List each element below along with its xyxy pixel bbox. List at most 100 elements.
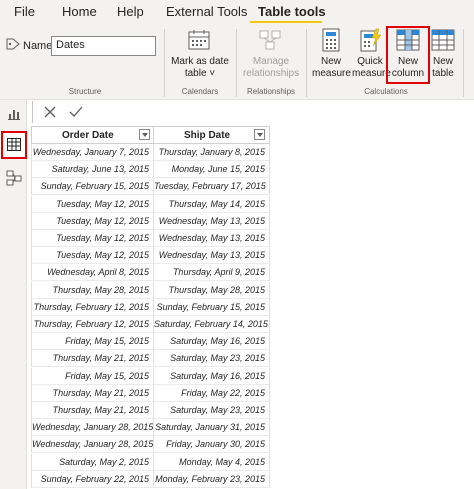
ship-date-cell[interactable]: Thursday, May 14, 2015 [154,195,270,213]
table-row[interactable]: Wednesday, January 7, 2015 Thursday, Janu… [31,144,270,161]
filter-dropdown-icon[interactable] [139,129,150,140]
new-measure-button[interactable]: New measure [312,56,351,80]
ribbon-separator [463,29,464,97]
group-label-structure: Structure [68,87,102,96]
ship-date-cell[interactable]: Wednesday, May 13, 2015 [154,230,270,247]
order-date-cell[interactable]: Wednesday, January 28, 2015 [31,419,154,437]
tab-help[interactable]: Help [117,4,144,19]
order-date-cell[interactable]: Thursday, May 21, 2015 [31,350,154,368]
order-date-cell[interactable]: Wednesday, January 28, 2015 [31,436,154,454]
column-header-label: Order Date [62,130,114,141]
data-view-button[interactable] [1,131,27,159]
table-row[interactable]: Friday, May 15, 2015 Saturday, May 16, 20… [31,367,270,385]
calendar-icon [188,30,210,50]
table-row[interactable]: Thursday, May 21, 2015 Saturday, May 23, … [31,350,270,368]
group-label-relationships: Relationships [246,87,296,96]
order-date-cell[interactable]: Tuesday, May 12, 2015 [31,212,154,230]
order-date-cell[interactable]: Tuesday, May 12, 2015 [31,230,154,247]
ship-date-cell[interactable]: Monday, June 15, 2015 [154,161,270,179]
ribbon: Name Dates Structure Mark as date table … [0,23,474,100]
table-row[interactable]: Saturday, June 13, 2015 Monday, June 15, … [31,161,270,179]
table-row[interactable]: Thursday, February 12, 2015 Sunday, Febru… [31,298,270,316]
new-table-button[interactable]: New table [428,56,458,80]
close-icon[interactable] [43,105,57,119]
ship-date-cell[interactable]: Saturday, May 16, 2015 [154,367,270,385]
tab-file[interactable]: File [14,4,35,19]
order-date-cell[interactable]: Tuesday, May 12, 2015 [31,247,154,265]
mark-as-date-table-label-1: Mark as date [171,56,229,67]
order-date-cell[interactable]: Sunday, February 15, 2015 [31,178,154,196]
order-date-cell[interactable]: Thursday, May 28, 2015 [31,281,154,299]
order-date-cell[interactable]: Wednesday, April 8, 2015 [31,264,154,282]
filter-dropdown-icon[interactable] [254,129,265,140]
table-row[interactable]: Wednesday, January 28, 2015 Saturday, Jan… [31,419,270,437]
new-measure-label-2: measure [312,68,351,79]
order-date-cell[interactable]: Sunday, February 22, 2015 [31,470,154,488]
new-column-highlight [386,26,430,84]
ship-date-cell[interactable]: Thursday, April 9, 2015 [154,264,270,282]
table-row[interactable]: Friday, May 15, 2015 Saturday, May 16, 20… [31,333,270,351]
ship-date-cell[interactable]: Friday, May 22, 2015 [154,384,270,402]
model-view-icon[interactable] [6,170,22,186]
ribbon-separator [306,29,307,97]
order-date-cell[interactable]: Friday, May 15, 2015 [31,333,154,351]
ship-date-cell[interactable]: Wednesday, May 13, 2015 [154,247,270,265]
relationships-icon [259,30,281,50]
ship-date-cell[interactable]: Thursday, January 8, 2015 [154,144,270,161]
order-date-cell[interactable]: Thursday, May 21, 2015 [31,402,154,419]
order-date-cell[interactable]: Thursday, May 21, 2015 [31,384,154,402]
table-row[interactable]: Sunday, February 15, 2015 Tuesday, Februa… [31,178,270,196]
column-header-ship-date[interactable]: Ship Date [154,126,270,144]
table-row[interactable]: Thursday, May 21, 2015 Saturday, May 23, … [31,402,270,419]
ship-date-cell[interactable]: Saturday, January 31, 2015 [154,419,270,437]
order-date-cell[interactable]: Thursday, February 12, 2015 [31,298,154,316]
table-row[interactable]: Wednesday, January 28, 2015 Friday, Janua… [31,436,270,454]
order-date-cell[interactable]: Thursday, February 12, 2015 [31,316,154,333]
column-header-order-date[interactable]: Order Date [31,126,154,144]
ship-date-cell[interactable]: Sunday, February 15, 2015 [154,298,270,316]
ship-date-cell[interactable]: Saturday, May 16, 2015 [154,333,270,351]
table-row[interactable]: Saturday, May 2, 2015 Monday, May 4, 2015 [31,453,270,471]
table-row[interactable]: Sunday, February 22, 2015 Monday, Februar… [31,470,270,488]
table-row[interactable]: Thursday, February 12, 2015 Saturday, Feb… [31,316,270,333]
quick-measure-label-2: measure [352,68,391,79]
ship-date-cell[interactable]: Tuesday, February 17, 2015 [154,178,270,196]
table-row[interactable]: Tuesday, May 12, 2015 Thursday, May 14, 2… [31,195,270,213]
table-name-input[interactable]: Dates [51,36,156,56]
manage-relationships-label-2: relationships [242,68,300,79]
manage-relationships-button[interactable]: Manage relationships [240,56,302,80]
ship-date-cell[interactable]: Saturday, May 23, 2015 [154,402,270,419]
order-date-cell[interactable]: Friday, May 15, 2015 [31,367,154,385]
table-row[interactable]: Thursday, May 21, 2015 Friday, May 22, 20… [31,384,270,402]
report-view-icon[interactable] [7,108,21,120]
ship-date-cell[interactable]: Friday, January 30, 2015 [154,436,270,454]
tab-external-tools[interactable]: External Tools [166,4,247,19]
new-table-label-1: New [432,56,453,67]
ship-date-cell[interactable]: Thursday, May 28, 2015 [154,281,270,299]
tab-home[interactable]: Home [62,4,97,19]
column-header-label: Ship Date [184,130,231,141]
table-grid-icon [7,138,21,151]
table-row[interactable]: Tuesday, May 12, 2015 Wednesday, May 13, … [31,230,270,247]
quick-measure-button[interactable]: Quick measure [352,56,391,80]
order-date-cell[interactable]: Tuesday, May 12, 2015 [31,195,154,213]
ship-date-cell[interactable]: Saturday, February 14, 2015 [154,316,270,333]
ship-date-cell[interactable]: Monday, May 4, 2015 [154,453,270,471]
check-icon[interactable] [68,105,84,119]
mark-as-date-table-button[interactable]: Mark as date table ˅ [168,56,232,80]
order-date-cell[interactable]: Saturday, May 2, 2015 [31,453,154,471]
ship-date-cell[interactable]: Saturday, May 23, 2015 [154,350,270,368]
new-table-label-2: table [432,68,454,79]
quick-measure-label-1: Quick [357,56,383,67]
table-row[interactable]: Tuesday, May 12, 2015 Wednesday, May 13, … [31,247,270,265]
ship-date-cell[interactable]: Wednesday, May 13, 2015 [154,212,270,230]
ship-date-cell[interactable]: Monday, February 23, 2015 [154,470,270,488]
calculator-icon [322,28,340,52]
table-row[interactable]: Wednesday, April 8, 2015 Thursday, April … [31,264,270,282]
table-row[interactable]: Tuesday, May 12, 2015 Wednesday, May 13, … [31,212,270,230]
order-date-cell[interactable]: Wednesday, January 7, 2015 [31,144,154,161]
order-date-cell[interactable]: Saturday, June 13, 2015 [31,161,154,179]
table-row[interactable]: Thursday, May 28, 2015 Thursday, May 28, … [31,281,270,299]
tab-table-tools[interactable]: Table tools [258,4,326,19]
tag-icon [6,38,20,50]
